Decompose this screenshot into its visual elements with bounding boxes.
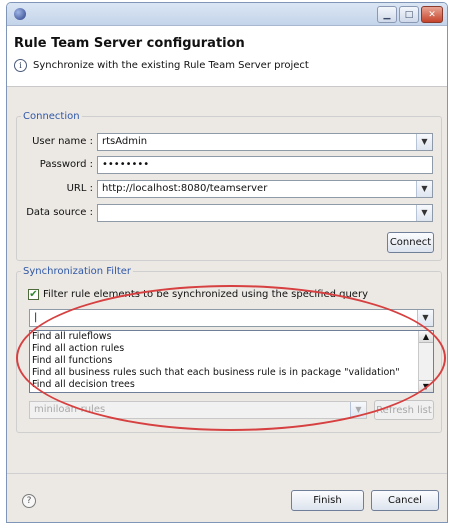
connection-legend: Connection bbox=[23, 111, 80, 122]
dialog-header: Rule Team Server configuration i Synchro… bbox=[7, 26, 447, 87]
list-item[interactable]: Find all functions bbox=[30, 355, 433, 367]
password-field[interactable]: •••••••• bbox=[97, 156, 433, 174]
url-label: URL : bbox=[66, 183, 93, 194]
list-item[interactable]: Find all decision trees bbox=[30, 379, 433, 391]
chevron-down-icon[interactable]: ▼ bbox=[417, 310, 433, 326]
password-label: Password : bbox=[39, 159, 93, 170]
scroll-up-icon[interactable]: ▲ bbox=[419, 331, 433, 343]
dialog-message-text: Synchronize with the existing Rule Team … bbox=[33, 60, 309, 71]
chevron-down-icon[interactable]: ▼ bbox=[350, 402, 366, 418]
project-combo[interactable]: miniloan-rules ▼ bbox=[29, 401, 367, 419]
filter-checkbox-row[interactable]: ✔ Filter rule elements to be synchronize… bbox=[28, 289, 368, 300]
sync-filter-legend: Synchronization Filter bbox=[23, 266, 132, 277]
datasource-label: Data source : bbox=[26, 207, 93, 218]
dialog-message: i Synchronize with the existing Rule Tea… bbox=[14, 59, 309, 72]
username-field[interactable]: rtsAdmin ▼ bbox=[97, 133, 433, 151]
refresh-list-button[interactable]: Refresh list bbox=[374, 400, 434, 420]
query-combo[interactable]: | ▼ bbox=[29, 309, 434, 327]
datasource-field[interactable]: ▼ bbox=[97, 204, 433, 222]
eclipse-icon bbox=[14, 8, 26, 20]
password-value: •••••••• bbox=[102, 159, 150, 170]
info-icon: i bbox=[14, 59, 27, 72]
scroll-down-icon[interactable]: ▼ bbox=[419, 380, 433, 392]
chevron-down-icon[interactable]: ▼ bbox=[416, 134, 432, 150]
finish-button[interactable]: Finish bbox=[291, 490, 364, 511]
title-bar: ▁ □ ✕ bbox=[7, 3, 447, 26]
help-icon[interactable]: ? bbox=[22, 494, 36, 508]
list-item[interactable]: Find all action rules bbox=[30, 343, 433, 355]
list-item[interactable]: Find all business rules such that each b… bbox=[30, 367, 433, 379]
query-value: | bbox=[34, 312, 38, 323]
dialog-window: ▁ □ ✕ Rule Team Server configuration i S… bbox=[6, 2, 448, 523]
filter-checkbox-label: Filter rule elements to be synchronized … bbox=[43, 289, 368, 300]
filter-checkbox[interactable]: ✔ bbox=[28, 289, 39, 300]
query-options-list[interactable]: Find all ruleflows Find all action rules… bbox=[29, 330, 434, 393]
close-button[interactable]: ✕ bbox=[421, 6, 443, 23]
project-value: miniloan-rules bbox=[34, 404, 106, 415]
url-field[interactable]: http://localhost:8080/teamserver ▼ bbox=[97, 180, 433, 198]
chevron-down-icon[interactable]: ▼ bbox=[416, 205, 432, 221]
connect-button[interactable]: Connect bbox=[387, 232, 434, 253]
cancel-button[interactable]: Cancel bbox=[371, 490, 439, 511]
minimize-button[interactable]: ▁ bbox=[377, 6, 397, 23]
username-value: rtsAdmin bbox=[102, 136, 148, 147]
maximize-button[interactable]: □ bbox=[399, 6, 419, 23]
footer-separator bbox=[7, 473, 447, 474]
dialog-title: Rule Team Server configuration bbox=[14, 36, 245, 51]
list-item[interactable]: Find all ruleflows bbox=[30, 331, 433, 343]
username-label: User name : bbox=[32, 136, 93, 147]
chevron-down-icon[interactable]: ▼ bbox=[416, 181, 432, 197]
url-value: http://localhost:8080/teamserver bbox=[102, 183, 268, 194]
list-scrollbar[interactable]: ▲ ▼ bbox=[418, 331, 433, 392]
